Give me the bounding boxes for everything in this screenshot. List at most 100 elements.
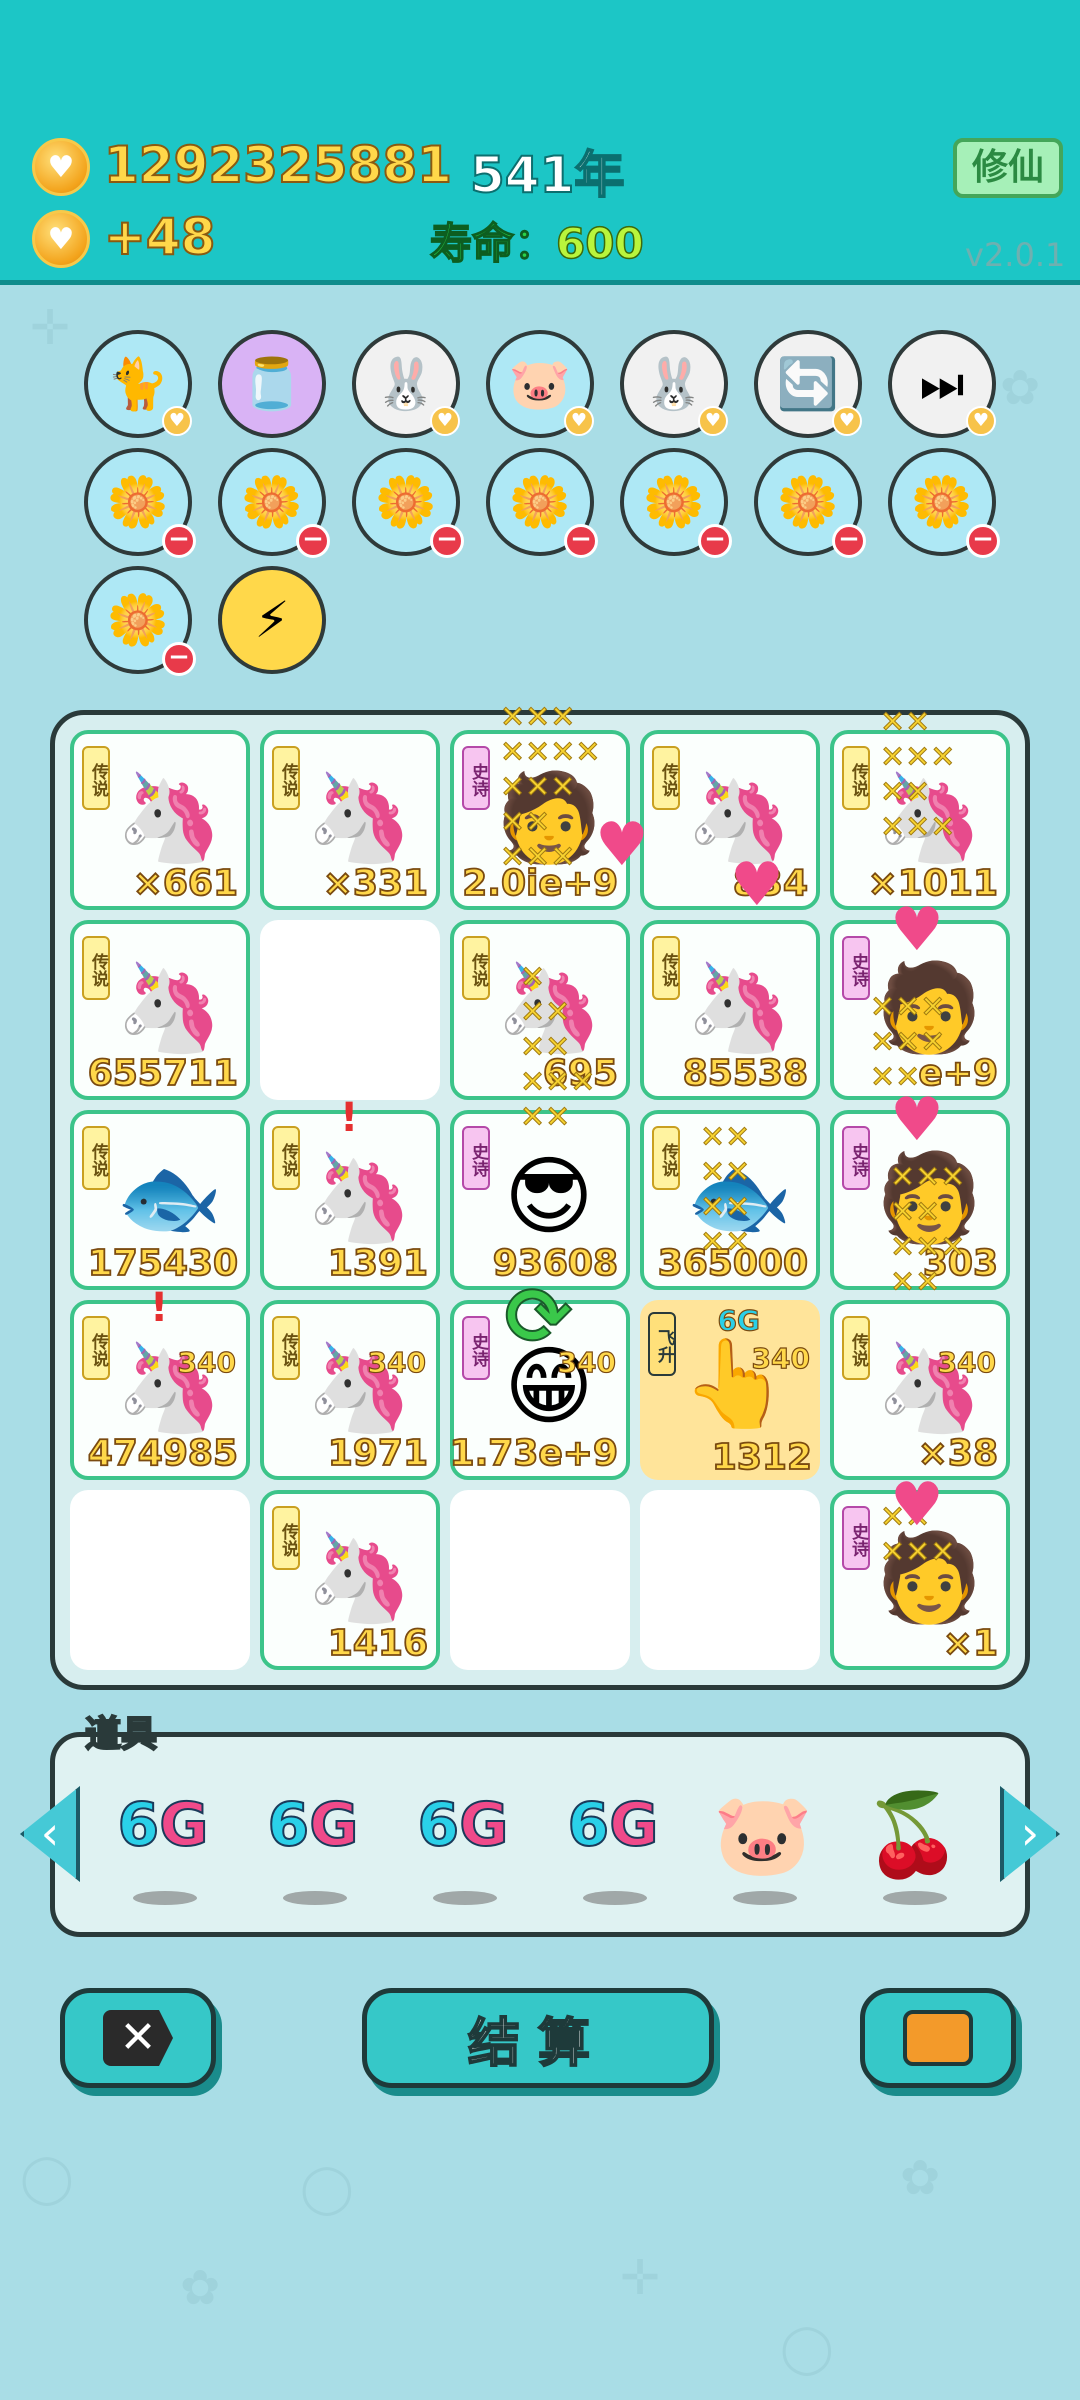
cell-value: ×661 xyxy=(132,862,239,905)
item-piggy-bank-icon[interactable]: 🐷 xyxy=(703,1785,823,1905)
grid-cell[interactable]: 飞升 6G 👆 340 1312 xyxy=(640,1300,820,1480)
skill-flower-pot-icon[interactable]: 🌼 − xyxy=(218,448,330,558)
coin-icon: ♥ xyxy=(32,138,90,196)
coin-total: 1292325881 xyxy=(103,135,453,195)
rarity-tag: 传说 xyxy=(652,746,680,810)
exit-button[interactable]: ✕ xyxy=(60,1988,216,2088)
rabbit-icon: 🐰 xyxy=(642,354,706,413)
grid-cell[interactable]: 传说 🦄 1416 xyxy=(260,1490,440,1670)
heart-badge-icon: ♥ xyxy=(698,406,728,436)
item-6g-icon[interactable]: 6G xyxy=(253,1785,373,1905)
grid-cell[interactable]: 传说 🦄 655711 xyxy=(70,920,250,1100)
skill-jar-icon[interactable]: 🫙 xyxy=(218,330,326,438)
skill-flower-pot-icon[interactable]: 🌼 − xyxy=(352,448,464,558)
skill-flower-pot-icon[interactable]: 🌼 − xyxy=(486,448,598,558)
grid-cell[interactable]: 史诗 🧑 ×1 xyxy=(830,1490,1010,1670)
rarity-tag: 传说 xyxy=(842,746,870,810)
6g-icon: 6G xyxy=(253,1785,373,1865)
unicorn-icon: 🦄 xyxy=(305,767,413,868)
unicorn-icon: 🦄 xyxy=(305,1527,413,1628)
item-label-letter: G xyxy=(158,1789,209,1861)
grid-cell[interactable] xyxy=(450,1490,630,1670)
grid-cell[interactable]: 传说 🦄 834 xyxy=(640,730,820,910)
grid-cell[interactable]: 史诗 😎 93608 xyxy=(450,1110,630,1290)
flower-pot-icon: 🌼 xyxy=(374,472,438,531)
cell-value: 2.0ie+9 xyxy=(461,862,619,905)
background-pattern: ✿ xyxy=(900,2150,941,2206)
items-next-button[interactable]: › xyxy=(1000,1786,1060,1882)
rarity-tag: 史诗 xyxy=(842,936,870,1000)
grid-cell[interactable]: 史诗 🧑 303 xyxy=(830,1110,1010,1290)
skill-flower-pot-icon[interactable]: 🌼 − xyxy=(754,448,866,558)
item-shadow xyxy=(883,1891,947,1905)
alert-icon: ! xyxy=(340,1095,359,1141)
skill-flower-pot-icon[interactable]: 🌼 − xyxy=(84,448,196,558)
grid-cell[interactable]: 传说 🦄 ×1011 xyxy=(830,730,1010,910)
background-pattern: ◯ xyxy=(780,2320,834,2376)
background-pattern: ✿ xyxy=(1000,360,1041,416)
piggy-bank-icon: 🐷 xyxy=(508,354,572,413)
grid-cell[interactable]: 传说 🦄 695 xyxy=(450,920,630,1100)
skill-piggy-bank-icon[interactable]: 🐷 ♥ xyxy=(486,330,594,438)
grid-cell[interactable]: 传说 🦄 340 ×38 xyxy=(830,1300,1010,1480)
top-header: ♥ 1292325881 ♥ +48 541年 寿命：600 修仙 v2.0.1 xyxy=(0,0,1080,285)
cell-value: 93608 xyxy=(492,1242,619,1285)
grid-cell[interactable]: 史诗 😁 340 1.73e+9 xyxy=(449,1300,630,1480)
skill-rabbit-icon[interactable]: 🐰 ♥ xyxy=(352,330,460,438)
grid-cell[interactable]: 传说 🦄 85538 xyxy=(640,920,820,1100)
item-label-number: 6 xyxy=(567,1789,611,1861)
cell-value: 365000 xyxy=(657,1242,809,1285)
grid-cell[interactable]: 传说 🐟 365000 xyxy=(640,1110,820,1290)
rarity-tag: 传说 xyxy=(82,746,110,810)
grid-cell[interactable]: 传说 🦄 340 1971 xyxy=(260,1300,440,1480)
briefcase-icon xyxy=(903,2010,973,2066)
grid-cell[interactable]: 史诗 🧑 2.0ie+9 xyxy=(450,730,630,910)
cell-value: 85538 xyxy=(682,1052,809,1095)
skill-flower-pot-icon[interactable]: 🌼 − xyxy=(84,566,196,676)
item-shadow xyxy=(733,1891,797,1905)
rarity-tag: 传说 xyxy=(272,1126,300,1190)
grid-cell[interactable] xyxy=(640,1490,820,1670)
grid-cell[interactable]: 传说 🦄 ×331 xyxy=(260,730,440,910)
cat-icon: 🐈 xyxy=(106,354,170,413)
cell-value: 1312 xyxy=(711,1436,813,1479)
skill-refresh-icon[interactable]: 🔄 ♥ xyxy=(754,330,862,438)
item-6g-icon[interactable]: 6G xyxy=(553,1785,673,1905)
grid-cell[interactable] xyxy=(260,920,440,1100)
skill-flower-pot-icon[interactable]: 🌼 − xyxy=(620,448,732,558)
bag-button[interactable] xyxy=(860,1988,1016,2088)
grid-cell[interactable] xyxy=(70,1490,250,1670)
item-lychee-icon[interactable]: 🍒 xyxy=(853,1785,973,1905)
unicorn-icon: 🦄 xyxy=(115,767,223,868)
grid-cell[interactable]: 史诗 🧑 e+9 xyxy=(830,920,1010,1100)
heart-badge-icon: ♥ xyxy=(832,406,862,436)
xiuxian-button[interactable]: 修仙 xyxy=(953,138,1063,198)
heart-badge-icon: ♥ xyxy=(430,406,460,436)
year-display: 541年 xyxy=(469,145,625,205)
cell-value: 695 xyxy=(542,1052,619,1095)
skill-flower-pot-icon[interactable]: 🌼 − xyxy=(888,448,1000,558)
remove-icon: − xyxy=(430,524,464,558)
rarity-tag: 飞升 xyxy=(648,1312,676,1376)
life-display: 寿命：600 xyxy=(429,210,644,271)
bonus-value: 340 xyxy=(937,1345,997,1379)
remove-icon: − xyxy=(564,524,598,558)
grid-cell[interactable]: 传说 🦄 ×661 xyxy=(70,730,250,910)
remove-icon: − xyxy=(966,524,1000,558)
version-label: v2.0.1 xyxy=(965,236,1066,274)
rarity-tag: 传说 xyxy=(272,1506,300,1570)
cell-value: ×331 xyxy=(322,862,429,905)
rarity-tag: 传说 xyxy=(82,1316,110,1380)
skill-rabbit-icon[interactable]: 🐰 ♥ xyxy=(620,330,728,438)
settle-button[interactable]: 结算 xyxy=(362,1988,714,2088)
coin-rate-icon: ♥ xyxy=(32,210,90,268)
item-6g-icon[interactable]: 6G xyxy=(103,1785,223,1905)
grid-cell[interactable]: 传说 🐟 175430 xyxy=(70,1110,250,1290)
unicorn-icon: 🦄 xyxy=(305,1147,413,1248)
skill-lightning-icon[interactable]: ⚡ xyxy=(218,566,326,674)
item-6g-icon[interactable]: 6G xyxy=(403,1785,523,1905)
flower-pot-icon: 🌼 xyxy=(910,472,974,531)
skill-cat-icon[interactable]: 🐈 ♥ xyxy=(84,330,192,438)
skill-skip-icon[interactable]: ⏭ ♥ xyxy=(888,330,996,438)
character-icon: 🧑 xyxy=(875,1527,983,1628)
